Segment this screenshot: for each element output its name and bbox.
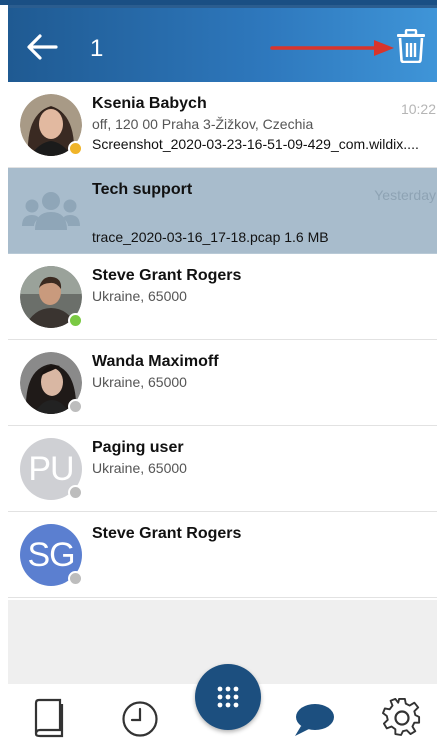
group-icon	[22, 192, 80, 230]
contact-subtitle: off, 120 00 Praha 3-Žižkov, Czechia	[92, 116, 314, 132]
avatar	[20, 352, 83, 414]
contact-name: Tech support	[92, 181, 193, 198]
conversation-item[interactable]: SG Steve Grant Rogers	[8, 512, 437, 598]
avatar	[20, 266, 83, 328]
message-time: Yesterday	[374, 187, 436, 203]
avatar	[20, 94, 83, 156]
status-offline-indicator	[68, 571, 83, 586]
contact-name: Steve Grant Rogers	[92, 267, 242, 284]
chat-icon[interactable]	[293, 702, 335, 738]
avatar: PU	[20, 438, 83, 500]
delete-icon[interactable]	[396, 29, 426, 63]
contact-subtitle: Ukraine, 65000	[92, 460, 187, 476]
phonebook-icon[interactable]	[33, 698, 65, 738]
selection-toolbar: 1	[8, 5, 437, 82]
message-time: 10:22	[400, 101, 436, 117]
contact-name: Ksenia Babych	[92, 95, 207, 112]
selected-count: 1	[90, 35, 104, 62]
last-message: Screenshot_2020-03-23-16-51-09-429_com.w…	[92, 136, 419, 152]
conversation-item[interactable]: PU Paging user Ukraine, 65000	[8, 426, 437, 512]
contact-subtitle: Ukraine, 65000	[92, 374, 187, 390]
dialpad-button[interactable]	[195, 664, 261, 730]
conversation-list: Ksenia Babych off, 120 00 Praha 3-Žižkov…	[8, 82, 437, 598]
contact-name: Paging user	[92, 439, 184, 456]
settings-icon[interactable]	[382, 698, 422, 738]
history-icon[interactable]	[121, 700, 159, 738]
conversation-item-selected[interactable]: Tech support trace_2020-03-16_17-18.pcap…	[8, 168, 437, 254]
conversation-item[interactable]: Steve Grant Rogers Ukraine, 65000	[8, 254, 437, 340]
status-online-indicator	[68, 313, 83, 328]
contact-subtitle: Ukraine, 65000	[92, 288, 187, 304]
annotation-arrow	[270, 40, 394, 56]
status-away-indicator	[68, 141, 83, 156]
contact-name: Steve Grant Rogers	[92, 525, 242, 542]
status-offline-indicator	[68, 485, 83, 500]
status-offline-indicator	[68, 399, 83, 414]
conversation-item[interactable]: Ksenia Babych off, 120 00 Praha 3-Žižkov…	[8, 82, 437, 168]
last-message: trace_2020-03-16_17-18.pcap 1.6 MB	[92, 229, 329, 245]
dialpad-icon	[217, 686, 239, 708]
avatar: SG	[20, 524, 83, 586]
conversation-item[interactable]: Wanda Maximoff Ukraine, 65000	[8, 340, 437, 426]
contact-name: Wanda Maximoff	[92, 353, 219, 370]
back-arrow-icon[interactable]	[26, 34, 58, 60]
